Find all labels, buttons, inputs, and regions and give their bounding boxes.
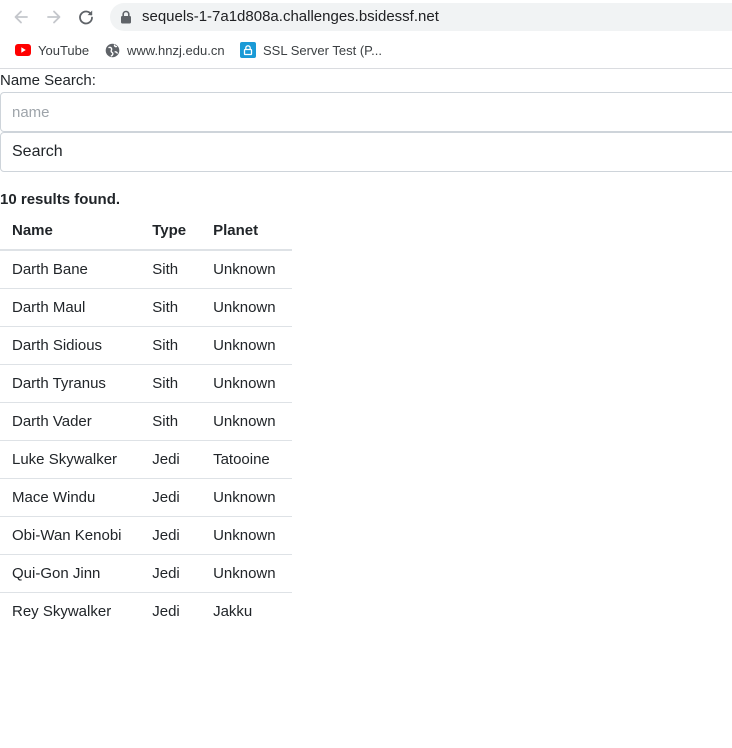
- lock-icon: [121, 10, 131, 24]
- table-row: Darth Bane Sith Unknown: [0, 250, 292, 289]
- table-row: Luke Skywalker Jedi Tatooine: [0, 440, 292, 479]
- cell-type: Jedi: [140, 516, 202, 555]
- column-header-type: Type: [140, 212, 202, 251]
- lock-badge-icon: [240, 42, 256, 58]
- cell-planet: Unknown: [201, 250, 292, 289]
- cell-type: Sith: [140, 288, 202, 327]
- cell-planet: Tatooine: [201, 440, 292, 479]
- table-row: Darth Vader Sith Unknown: [0, 402, 292, 441]
- cell-type: Jedi: [152, 603, 180, 620]
- reload-button[interactable]: [74, 5, 98, 29]
- cell-type: Sith: [140, 402, 202, 441]
- bookmark-hnzj[interactable]: www.hnzj.edu.cn: [104, 40, 225, 60]
- address-bar[interactable]: sequels-1-7a1d808a.challenges.bsidessf.n…: [110, 3, 732, 31]
- cell-planet: Unknown: [201, 288, 292, 327]
- cell-planet: Unknown: [201, 364, 292, 403]
- cell-planet: Jakku: [213, 603, 253, 620]
- youtube-icon: [15, 42, 31, 58]
- table-row: Obi-Wan Kenobi Jedi Unknown: [0, 516, 292, 555]
- forward-button[interactable]: [42, 5, 66, 29]
- cell-type: Jedi: [140, 554, 202, 593]
- cell-type: Sith: [140, 326, 202, 365]
- cell-planet: Unknown: [201, 402, 292, 441]
- bookmark-label: YouTube: [38, 42, 90, 58]
- search-button[interactable]: Search: [0, 132, 732, 172]
- cell-name: Mace Windu: [0, 478, 141, 517]
- cell-name: Darth Maul: [0, 288, 141, 327]
- table-row: Darth Tyranus Sith Unknown: [0, 364, 292, 403]
- cell-name: Darth Tyranus: [0, 364, 141, 403]
- arrow-right-icon: [47, 10, 61, 24]
- cell-planet: Unknown: [201, 478, 292, 517]
- column-header-planet: Planet: [201, 212, 292, 251]
- globe-icon: [104, 42, 120, 58]
- arrow-left-icon: [14, 10, 28, 24]
- browser-chrome: sequels-1-7a1d808a.challenges.bsidessf.n…: [0, 0, 732, 69]
- bookmark-youtube[interactable]: YouTube: [15, 40, 89, 60]
- url-text: sequels-1-7a1d808a.challenges.bsidessf.n…: [142, 8, 439, 25]
- name-search-input[interactable]: [0, 92, 732, 132]
- table-header-row: Name Type Planet: [0, 212, 292, 251]
- results-count: 10 results found.: [0, 191, 121, 208]
- table-row: Darth Sidious Sith Unknown: [0, 326, 292, 365]
- cell-type: Sith: [140, 250, 202, 289]
- cell-planet: Unknown: [201, 326, 292, 365]
- table-row: Qui-Gon Jinn Jedi Unknown: [0, 554, 292, 593]
- column-header-name: Name: [0, 212, 141, 251]
- cell-planet: Unknown: [201, 554, 292, 593]
- table-row: Darth Maul Sith Unknown: [0, 288, 292, 327]
- cell-name: Qui-Gon Jinn: [0, 554, 141, 593]
- bookmark-label: SSL Server Test (P...: [263, 42, 382, 58]
- cell-name: Rey Skywalker: [12, 603, 112, 620]
- cell-type: Sith: [140, 364, 202, 403]
- cell-name: Darth Sidious: [0, 326, 141, 365]
- cell-name: Luke Skywalker: [0, 440, 141, 479]
- cell-type: Jedi: [140, 440, 202, 479]
- name-search-label: Name Search:: [0, 72, 96, 89]
- table-row: Mace Windu Jedi Unknown: [0, 478, 292, 517]
- table-row: Rey Skywalker Jedi Jakku: [0, 593, 292, 631]
- cell-name: Darth Bane: [0, 250, 141, 289]
- results-table: Name Type Planet Darth Bane Sith Unknown…: [0, 212, 292, 630]
- cell-type: Jedi: [140, 478, 202, 517]
- cell-name: Darth Vader: [0, 402, 141, 441]
- reload-icon: [79, 10, 93, 25]
- bookmark-ssl-server-test[interactable]: SSL Server Test (P...: [240, 40, 382, 60]
- back-button[interactable]: [9, 5, 33, 29]
- bookmark-label: www.hnzj.edu.cn: [127, 42, 225, 58]
- bookmarks-bar: YouTube www.hnzj.edu.cn SSL Server Test …: [0, 36, 732, 64]
- cell-planet: Unknown: [201, 516, 292, 555]
- browser-toolbar: sequels-1-7a1d808a.challenges.bsidessf.n…: [0, 0, 732, 34]
- cell-name: Obi-Wan Kenobi: [0, 516, 141, 555]
